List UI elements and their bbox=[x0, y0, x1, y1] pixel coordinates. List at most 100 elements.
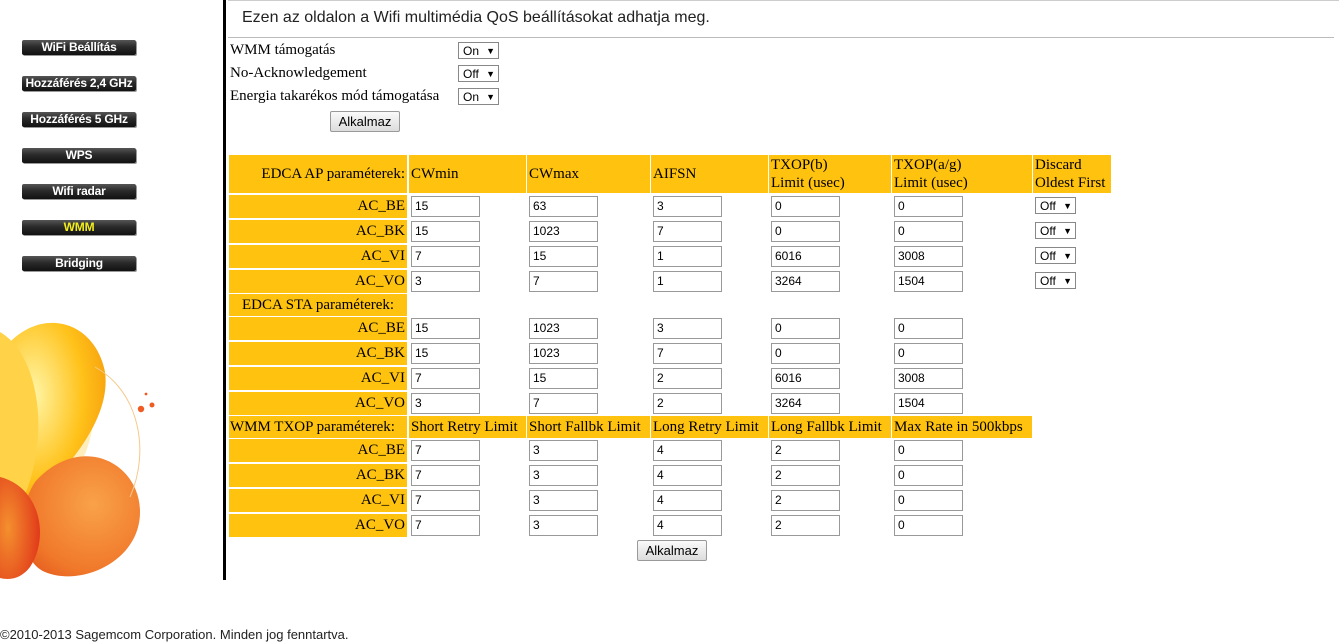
sidebar-item-hozz-f-r-s-2-4-ghz[interactable]: Hozzáférés 2,4 GHz bbox=[22, 76, 136, 91]
sta-param-input[interactable]: 0 bbox=[771, 343, 840, 364]
chevron-down-icon: ▼ bbox=[1063, 251, 1072, 261]
ap-param-input[interactable]: 63 bbox=[529, 196, 598, 217]
ap-param-input[interactable]: 15 bbox=[411, 221, 480, 242]
page-description: Ezen az oldalon a Wifi multimédia QoS be… bbox=[242, 9, 710, 26]
txop-param-input[interactable]: 2 bbox=[771, 515, 840, 536]
edca-sta-section-label: EDCA STA paraméterek: bbox=[229, 294, 407, 316]
ap-param-input[interactable]: 7 bbox=[653, 221, 722, 242]
txop-column-header: Long Fallbk Limit bbox=[769, 416, 891, 438]
sta-param-input[interactable]: 15 bbox=[529, 368, 598, 389]
wmm-support-value: On bbox=[463, 44, 480, 58]
sta-param-input[interactable]: 1504 bbox=[894, 393, 963, 414]
ap-column-header: TXOP(a/g) Limit (usec) bbox=[892, 155, 1032, 193]
sidebar-item-bridging[interactable]: Bridging bbox=[22, 256, 136, 271]
apply-button-bottom[interactable]: Alkalmaz bbox=[637, 540, 707, 561]
sta-param-input[interactable]: 6016 bbox=[771, 368, 840, 389]
ap-param-input[interactable]: 3 bbox=[411, 271, 480, 292]
sta-param-input[interactable]: 0 bbox=[771, 318, 840, 339]
ap-param-input[interactable]: 0 bbox=[894, 221, 963, 242]
ap-param-input[interactable]: 0 bbox=[894, 196, 963, 217]
wmm-support-label: WMM támogatás bbox=[230, 42, 336, 58]
txop-param-input[interactable]: 7 bbox=[411, 465, 480, 486]
sta-param-input[interactable]: 3 bbox=[411, 393, 480, 414]
txop-param-input[interactable]: 4 bbox=[653, 440, 722, 461]
ap-param-input[interactable]: 3 bbox=[653, 196, 722, 217]
txop-param-input[interactable]: 4 bbox=[653, 515, 722, 536]
ap-param-input[interactable]: 1504 bbox=[894, 271, 963, 292]
no-ack-select[interactable]: Off ▼ bbox=[458, 65, 499, 82]
txop-param-input[interactable]: 0 bbox=[894, 465, 963, 486]
power-save-select[interactable]: On ▼ bbox=[458, 88, 499, 105]
txop-param-input[interactable]: 3 bbox=[529, 490, 598, 511]
wmm-support-select[interactable]: On ▼ bbox=[458, 42, 499, 59]
sta-param-input[interactable]: 3264 bbox=[771, 393, 840, 414]
ap-row-label: AC_BK bbox=[229, 220, 407, 243]
ap-discard-select[interactable]: Off ▼ bbox=[1035, 197, 1076, 214]
sidebar-item-hozz-f-r-s-5-ghz[interactable]: Hozzáférés 5 GHz bbox=[22, 112, 136, 127]
ap-param-input[interactable]: 3008 bbox=[894, 246, 963, 267]
sidebar-item-wifi-radar[interactable]: Wifi radar bbox=[22, 184, 136, 199]
ap-param-input[interactable]: 1 bbox=[653, 271, 722, 292]
sta-param-input[interactable]: 15 bbox=[411, 318, 480, 339]
sta-param-input[interactable]: 1023 bbox=[529, 318, 598, 339]
ap-column-header: CWmin bbox=[409, 155, 526, 193]
ap-discard-select[interactable]: Off ▼ bbox=[1035, 222, 1076, 239]
sagemcom-flower-logo bbox=[0, 322, 155, 579]
chevron-down-icon: ▼ bbox=[1063, 276, 1072, 286]
sidebar-item-wifi-be-ll-t-s[interactable]: WiFi Beállítás bbox=[22, 40, 136, 55]
ap-param-input[interactable]: 6016 bbox=[771, 246, 840, 267]
txop-param-input[interactable]: 3 bbox=[529, 515, 598, 536]
txop-param-input[interactable]: 3 bbox=[529, 465, 598, 486]
ap-param-input[interactable]: 1023 bbox=[529, 221, 598, 242]
sta-param-input[interactable]: 15 bbox=[411, 343, 480, 364]
select-value: Off bbox=[1040, 274, 1056, 288]
sta-param-input[interactable]: 7 bbox=[411, 368, 480, 389]
ap-discard-select[interactable]: Off ▼ bbox=[1035, 272, 1076, 289]
power-save-label: Energia takarékos mód támogatása bbox=[230, 88, 440, 104]
txop-param-input[interactable]: 7 bbox=[411, 440, 480, 461]
ap-discard-select[interactable]: Off ▼ bbox=[1035, 247, 1076, 264]
apply-button-top[interactable]: Alkalmaz bbox=[330, 111, 400, 132]
ap-param-input[interactable]: 15 bbox=[411, 196, 480, 217]
sta-param-input[interactable]: 0 bbox=[894, 343, 963, 364]
header-divider bbox=[228, 37, 1334, 38]
sta-param-input[interactable]: 0 bbox=[894, 318, 963, 339]
txop-param-input[interactable]: 3 bbox=[529, 440, 598, 461]
ap-param-input[interactable]: 7 bbox=[529, 271, 598, 292]
ap-param-input[interactable]: 7 bbox=[411, 246, 480, 267]
txop-param-input[interactable]: 4 bbox=[653, 465, 722, 486]
txop-param-input[interactable]: 0 bbox=[894, 440, 963, 461]
chevron-down-icon: ▼ bbox=[486, 46, 495, 56]
sta-param-input[interactable]: 3008 bbox=[894, 368, 963, 389]
txop-param-input[interactable]: 2 bbox=[771, 440, 840, 461]
chevron-down-icon: ▼ bbox=[486, 69, 495, 79]
sta-param-input[interactable]: 3 bbox=[653, 318, 722, 339]
ap-row-label: AC_BE bbox=[229, 195, 407, 218]
sta-param-input[interactable]: 1023 bbox=[529, 343, 598, 364]
txop-column-header: Short Fallbk Limit bbox=[527, 416, 650, 438]
edca-ap-section-label: EDCA AP paraméterek: bbox=[229, 155, 407, 193]
ap-param-input[interactable]: 1 bbox=[653, 246, 722, 267]
main-content: Ezen az oldalon a Wifi multimédia QoS be… bbox=[228, 0, 1339, 580]
txop-param-input[interactable]: 4 bbox=[653, 490, 722, 511]
txop-param-input[interactable]: 2 bbox=[771, 465, 840, 486]
ap-param-input[interactable]: 0 bbox=[771, 221, 840, 242]
ap-param-input[interactable]: 15 bbox=[529, 246, 598, 267]
ap-param-input[interactable]: 0 bbox=[771, 196, 840, 217]
sta-param-input[interactable]: 7 bbox=[529, 393, 598, 414]
ap-param-input[interactable]: 3264 bbox=[771, 271, 840, 292]
txop-param-input[interactable]: 7 bbox=[411, 515, 480, 536]
sidebar: WiFi Beállítás Hozzáférés 2,4 GHz Hozzáfér… bbox=[0, 0, 222, 580]
txop-param-input[interactable]: 0 bbox=[894, 515, 963, 536]
txop-param-input[interactable]: 2 bbox=[771, 490, 840, 511]
sta-param-input[interactable]: 2 bbox=[653, 393, 722, 414]
ap-column-header: Discard Oldest First bbox=[1033, 155, 1111, 193]
wmm-txop-section-label: WMM TXOP paraméterek: bbox=[229, 416, 407, 438]
sidebar-item-wps[interactable]: WPS bbox=[22, 148, 136, 163]
sta-param-input[interactable]: 2 bbox=[653, 368, 722, 389]
txop-param-input[interactable]: 0 bbox=[894, 490, 963, 511]
ap-column-header: AIFSN bbox=[651, 155, 768, 193]
sidebar-item-wmm[interactable]: WMM bbox=[22, 220, 136, 235]
txop-param-input[interactable]: 7 bbox=[411, 490, 480, 511]
sta-param-input[interactable]: 7 bbox=[653, 343, 722, 364]
